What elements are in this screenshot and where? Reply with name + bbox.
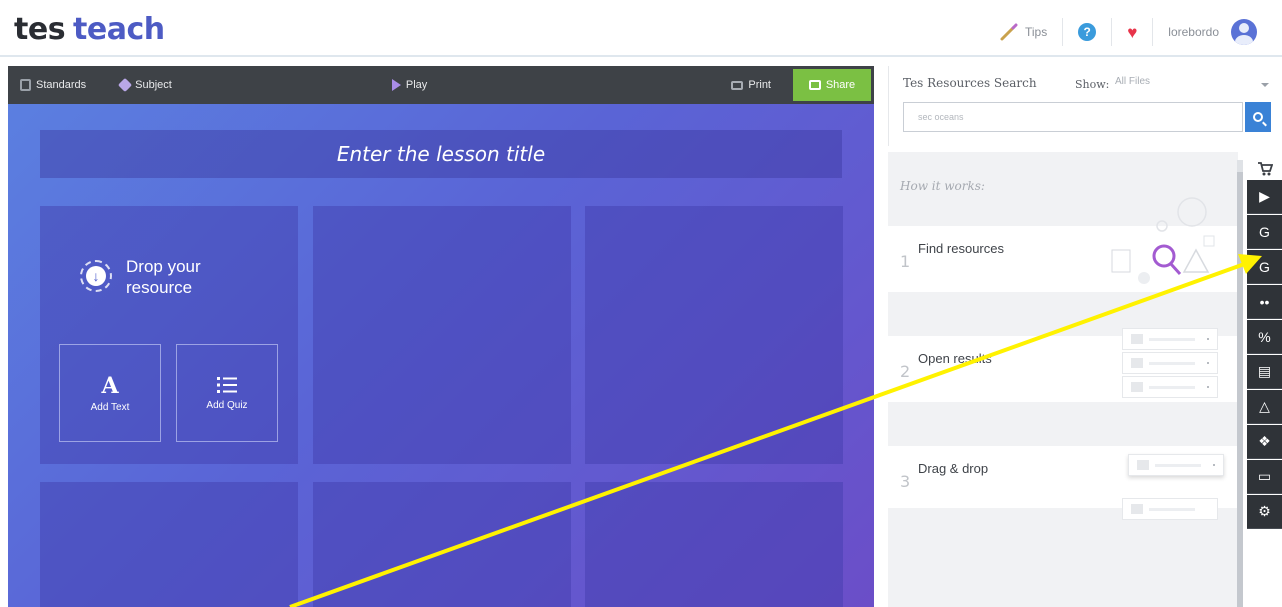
lesson-canvas: Enter the lesson title ↓ Drop your resou… [8,104,874,607]
top-header: tes teach Tips ? ♥ lorebordo [0,0,1282,57]
resource-tile[interactable] [313,482,571,607]
play-icon [391,79,401,91]
help-button[interactable]: ? [1062,18,1111,46]
add-quiz-label: Add Quiz [206,399,248,411]
drag-card-illustration [1128,454,1224,476]
step-number: 1 [900,252,911,271]
step-label: Drag & drop [918,461,989,476]
resource-tile[interactable] [585,482,843,607]
google-plus-icon[interactable]: G [1247,250,1282,284]
show-filter-select[interactable]: All Files [1109,72,1277,94]
show-filter-label: Show: [1075,78,1110,91]
play-button[interactable]: Play [391,79,428,91]
dropbox-icon[interactable]: ❖ [1247,425,1282,459]
magic-wand-icon [1000,23,1018,41]
search-button[interactable] [1245,102,1271,132]
step-number: 2 [900,362,911,381]
favorites-button[interactable]: ♥ [1111,18,1152,46]
play-label: Play [405,79,428,91]
drop-label: Drop your resource [126,257,201,297]
tes-teach-app: { "header": { "logo_part1": "tes", "logo… [0,0,1282,607]
download-arrow-icon: ↓ [80,260,112,292]
username: lorebordo [1168,25,1219,39]
search-panel-title: Tes Resources Search [903,76,1037,90]
resource-tile[interactable] [313,206,571,464]
step-number: 3 [900,472,911,491]
print-button[interactable]: Print [731,79,771,91]
add-text-label: Add Text [90,401,130,413]
resource-tile[interactable]: ↓ Drop your resource A Add Text Add Quiz [40,206,298,464]
logo-teach: teach [73,12,165,47]
share-button[interactable]: Share [793,69,871,101]
share-icon [808,80,821,90]
print-label: Print [748,79,771,91]
add-text-button[interactable]: A Add Text [59,344,161,442]
drop-zone[interactable]: ↓ Drop your resource [80,256,246,298]
result-card-illustration [1122,328,1218,350]
chevron-down-icon [1261,83,1269,87]
step-find-resources: 1 Find resources [888,197,1238,292]
google-icon[interactable]: G [1247,215,1282,249]
avatar [1231,19,1257,45]
flickr-icon[interactable]: •• [1247,285,1282,319]
logo-tes: tes [14,12,66,47]
how-it-works-panel: How it works: 1 Find resources 2 Open re… [888,152,1238,607]
tes-teach-logo[interactable]: tes teach [14,12,165,47]
tag-icon [118,77,133,93]
lesson-toolbar: Standards Subject Play Print Share [8,66,874,104]
search-icon [1253,112,1263,122]
resource-tile[interactable] [40,482,298,607]
add-quiz-button[interactable]: Add Quiz [176,344,278,442]
header-actions: Tips ? ♥ lorebordo [984,18,1272,46]
subject-label: Subject [135,79,172,91]
result-card-illustration [1122,376,1218,398]
tips-label: Tips [1024,25,1048,39]
text-a-icon: A [101,372,119,399]
drop-card-illustration [1122,498,1218,520]
share-label: Share [825,79,856,91]
show-filter-value: All Files [1115,76,1151,87]
tips-button[interactable]: Tips [984,18,1062,46]
panel-scrollbar[interactable] [1237,160,1243,607]
book-icon [20,79,31,91]
list-icon [217,376,237,393]
source-icon-rail: ▶ G G •• % ▤ △ ❖ ▭ ⚙ [1245,152,1282,607]
how-it-works-heading: How it works: [900,179,985,193]
find-resources-illustration [1111,197,1215,284]
standards-button[interactable]: Standards [20,79,86,91]
link-icon[interactable]: % [1247,320,1282,354]
scrollbar-thumb[interactable] [1237,172,1243,607]
subject-button[interactable]: Subject [118,77,172,93]
cart-icon[interactable] [1257,162,1273,176]
printer-icon[interactable]: ▤ [1247,355,1282,389]
result-card-illustration [1122,352,1218,374]
google-drive-icon[interactable]: △ [1247,390,1282,424]
search-input[interactable]: sec oceans [903,102,1243,132]
step-label: Open results [918,351,992,366]
help-icon: ? [1078,23,1097,41]
resource-tile[interactable] [585,206,843,464]
settings-icon[interactable]: ⚙ [1247,495,1282,529]
resource-search-panel: Tes Resources Search Show: All Files sec… [888,66,1282,146]
computer-icon[interactable]: ▭ [1247,460,1282,494]
printer-icon [731,80,744,90]
lesson-title-input[interactable]: Enter the lesson title [40,130,842,178]
youtube-icon[interactable]: ▶ [1247,180,1282,214]
user-menu[interactable]: lorebordo [1152,18,1272,46]
step-label: Find resources [918,241,1004,256]
standards-label: Standards [36,79,87,91]
heart-icon: ♥ [1127,22,1138,42]
